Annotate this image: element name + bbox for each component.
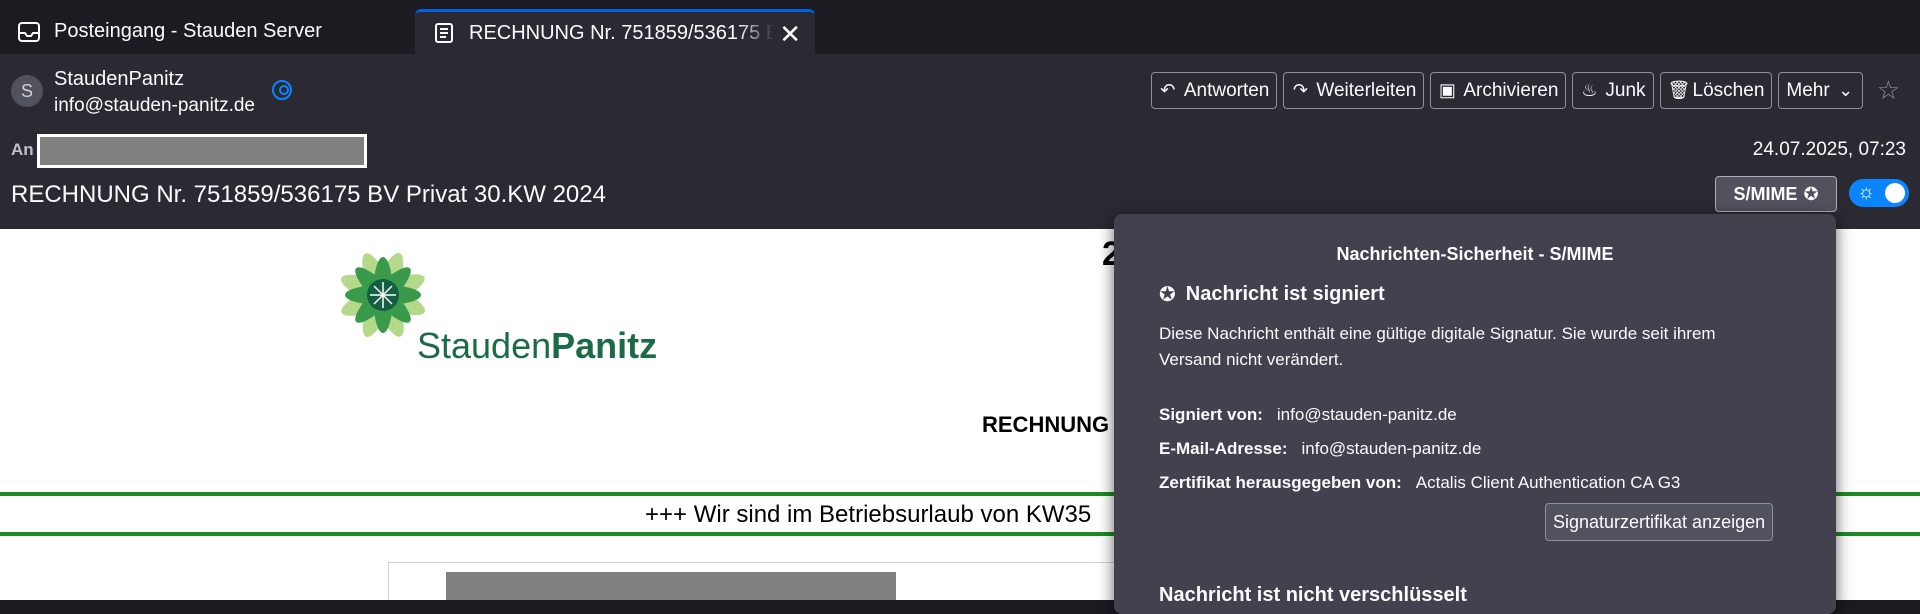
delete-button[interactable]: 🗑 Löschen — [1659, 72, 1773, 109]
message-subject: RECHNUNG Nr. 751859/536175 BV Privat 30.… — [11, 181, 606, 208]
junk-icon: ♨ — [1581, 80, 1598, 100]
message-toolbar: ↶ Antworten ↷ Weiterleiten ▣ Archivieren ♨ J… — [1150, 72, 1900, 109]
reply-button[interactable]: ↶ Antworten — [1150, 72, 1278, 109]
trash-icon: 🗑 — [1667, 80, 1691, 100]
rechnung-heading: RECHNUNG — [982, 412, 1110, 437]
certificate-icon: ✪ — [1159, 284, 1176, 306]
forward-icon: ↷ — [1292, 80, 1308, 100]
tab-message[interactable]: RECHNUNG Nr. 751859/536175 BV Privat 30.… — [415, 9, 815, 54]
remote-content-toggle[interactable]: ☼ — [1849, 179, 1909, 207]
sender-name[interactable]: StaudenPanitz — [54, 68, 184, 91]
sun-icon: ☼ — [1857, 181, 1876, 203]
reply-icon: ↶ — [1160, 80, 1176, 100]
sender-email[interactable]: info@stauden-panitz.de — [54, 95, 255, 117]
tab-label: Posteingang - Stauden Server — [54, 20, 322, 42]
inbox-icon — [18, 21, 40, 42]
message-date: 24.07.2025, 07:23 — [1752, 139, 1906, 160]
chevron-down-icon: ⌄ — [1838, 80, 1854, 100]
view-certificate-button[interactable]: Signaturzertifikat anzeigen — [1545, 503, 1774, 541]
smime-button[interactable]: S/MIME ✪ — [1715, 176, 1837, 212]
security-popup: Nachrichten-Sicherheit - S/MIME ✪ Nachri… — [1114, 214, 1836, 614]
popup-title: Nachrichten-Sicherheit - S/MIME — [1336, 244, 1614, 264]
certificate-icon: ✪ — [1803, 183, 1819, 204]
tab-inbox[interactable]: Posteingang - Stauden Server — [0, 9, 412, 54]
more-button[interactable]: Mehr ⌄ — [1778, 72, 1863, 109]
archive-button[interactable]: ▣ Archivieren — [1430, 72, 1567, 109]
to-label: An — [11, 140, 34, 159]
contact-icon[interactable] — [272, 80, 292, 100]
message-icon — [435, 23, 453, 43]
toggle-knob — [1885, 183, 1905, 203]
redacted-recipient — [37, 134, 367, 168]
tab-label: RECHNUNG Nr. 751859/536175 BV Privat 30.… — [469, 21, 774, 44]
tab-bar: Posteingang - Stauden Server RECHNUNG Nr… — [0, 0, 1920, 54]
junk-button[interactable]: ♨ Junk — [1572, 72, 1654, 109]
signed-by-row: Signiert von: info@stauden-panitz.de — [1159, 405, 1457, 424]
star-icon[interactable]: ☆ — [1877, 75, 1900, 106]
signed-heading: ✪ Nachricht ist signiert — [1159, 283, 1385, 306]
redacted-block — [446, 572, 896, 600]
brand-wordmark: StaudenPanitz — [417, 325, 658, 366]
vacation-banner: +++ Wir sind im Betriebsurlaub von KW35 — [645, 501, 1092, 528]
archive-icon: ▣ — [1438, 80, 1456, 100]
avatar: S — [11, 75, 43, 107]
signed-description: Diese Nachricht enthält eine gültige dig… — [1159, 324, 1716, 369]
email-row: E-Mail-Adresse: info@stauden-panitz.de — [1159, 439, 1482, 458]
forward-button[interactable]: ↷ Weiterleiten — [1283, 72, 1425, 109]
encryption-heading: Nachricht ist nicht verschlüsselt — [1159, 584, 1467, 606]
issuer-row: Zertifikat herausgegeben von: Actalis Cli… — [1159, 473, 1681, 492]
close-icon[interactable]: ✕ — [779, 21, 801, 47]
